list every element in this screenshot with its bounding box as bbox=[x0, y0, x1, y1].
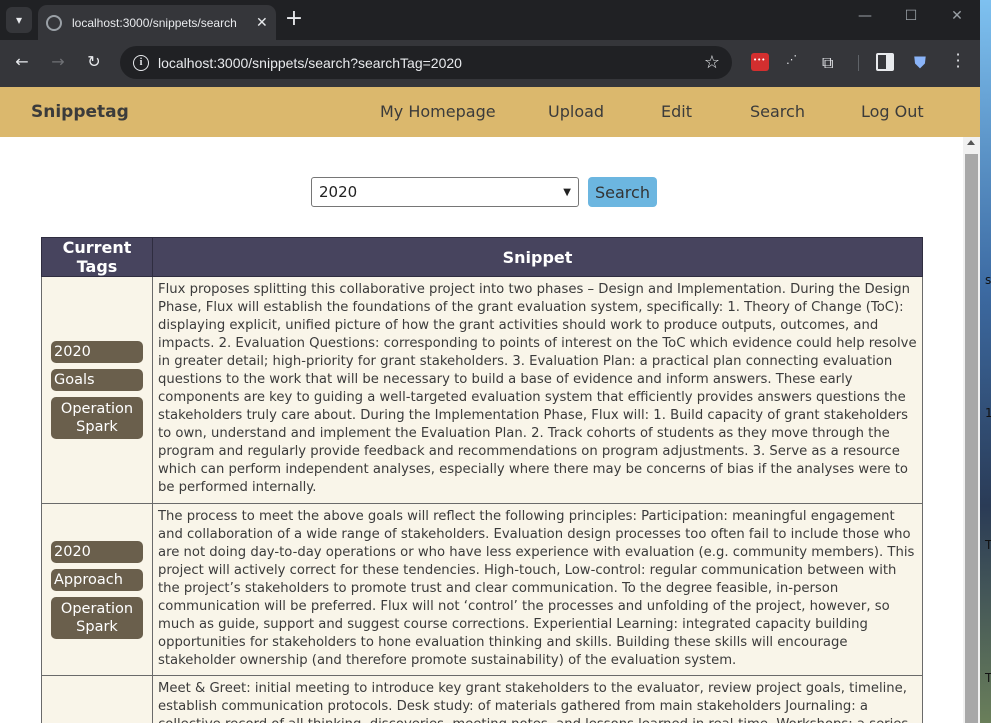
desktop-text-fragment: T bbox=[985, 538, 991, 552]
bookmark-star-icon[interactable]: ☆ bbox=[704, 52, 720, 73]
column-header-tags: Current Tags bbox=[41, 237, 153, 277]
tags-cell: 2020 Approach Operation Spark bbox=[41, 503, 153, 676]
chevron-down-icon: ▼ bbox=[563, 186, 571, 198]
new-tab-button[interactable]: + bbox=[282, 8, 306, 30]
snippet-text: Meet & Greet: initial meeting to introdu… bbox=[152, 675, 923, 723]
table-row: 2020 Approach Operation Spark The proces… bbox=[41, 503, 923, 676]
address-bar[interactable]: i localhost:3000/snippets/search?searchT… bbox=[120, 46, 732, 79]
desktop-text-fragment: T bbox=[985, 671, 991, 685]
tag-select[interactable]: 2020 ▼ bbox=[311, 177, 579, 207]
snippet-text: Flux proposes splitting this collaborati… bbox=[152, 276, 923, 504]
nav-link-search[interactable]: Search bbox=[750, 102, 805, 121]
nav-link-edit[interactable]: Edit bbox=[661, 102, 692, 121]
site-navbar: Snippetag My Homepage Upload Edit Search… bbox=[0, 87, 980, 137]
column-header-snippet: Snippet bbox=[152, 237, 923, 277]
tab-search-button[interactable]: ▾ bbox=[6, 7, 32, 33]
nav-link-log-out[interactable]: Log Out bbox=[861, 102, 924, 121]
url-text[interactable]: localhost:3000/snippets/search?searchTag… bbox=[158, 55, 462, 71]
desktop-background bbox=[980, 0, 991, 723]
table-header-row: Current Tags Snippet bbox=[41, 237, 923, 277]
maximize-button[interactable]: ☐ bbox=[896, 8, 926, 24]
desktop-text-fragment: 1 bbox=[985, 406, 991, 420]
tag-badge[interactable]: Goals bbox=[51, 369, 143, 391]
toolbar-divider bbox=[858, 55, 859, 71]
tags-cell: 2020 Goals Operation Spark bbox=[41, 276, 153, 504]
nav-link-my-homepage[interactable]: My Homepage bbox=[380, 102, 496, 121]
minimize-button[interactable]: — bbox=[850, 8, 880, 24]
table-row: Meet & Greet: initial meeting to introdu… bbox=[41, 675, 923, 723]
tags-cell bbox=[41, 675, 153, 723]
tag-badge[interactable]: 2020 bbox=[51, 540, 143, 563]
tag-badge[interactable]: Operation Spark bbox=[51, 596, 143, 639]
tag-select-value: 2020 bbox=[319, 183, 358, 201]
scroll-up-arrow-icon[interactable] bbox=[967, 140, 975, 145]
extension-red-icon[interactable] bbox=[751, 53, 769, 71]
extensions-puzzle-icon[interactable]: ⧉ bbox=[822, 53, 840, 72]
back-arrow-icon[interactable]: ← bbox=[10, 52, 34, 71]
table-row: 2020 Goals Operation Spark Flux proposes… bbox=[41, 276, 923, 504]
site-info-icon[interactable]: i bbox=[133, 54, 149, 71]
tag-badge[interactable]: Operation Spark bbox=[51, 397, 143, 439]
search-form: 2020 ▼ Search bbox=[311, 177, 657, 207]
scrollbar-thumb[interactable] bbox=[965, 154, 978, 723]
close-window-button[interactable]: ✕ bbox=[942, 8, 972, 24]
tag-badge[interactable]: Approach bbox=[51, 568, 143, 591]
forward-arrow-icon[interactable]: → bbox=[46, 52, 70, 71]
page-scrollbar[interactable] bbox=[963, 137, 980, 723]
globe-icon bbox=[46, 14, 62, 31]
desktop-text-fragment: s bbox=[985, 273, 991, 287]
side-panel-icon[interactable] bbox=[876, 53, 894, 71]
search-button[interactable]: Search bbox=[588, 177, 657, 207]
brand-logo[interactable]: Snippetag bbox=[31, 102, 129, 122]
extension-color-icon[interactable]: ⋰ bbox=[786, 53, 804, 71]
page-viewport: Snippetag My Homepage Upload Edit Search… bbox=[0, 87, 980, 723]
browser-toolbar: ← → ↻ i localhost:3000/snippets/search?s… bbox=[0, 40, 980, 87]
nav-link-upload[interactable]: Upload bbox=[548, 102, 604, 121]
snippets-table: Current Tags Snippet 2020 Goals Operatio… bbox=[41, 237, 923, 723]
tab-title: localhost:3000/snippets/search bbox=[72, 15, 237, 30]
reload-icon[interactable]: ↻ bbox=[82, 52, 106, 71]
menu-dots-icon[interactable]: · · · bbox=[950, 47, 966, 75]
snippet-text: The process to meet the above goals will… bbox=[152, 503, 923, 676]
close-tab-icon[interactable]: ✕ bbox=[256, 15, 268, 31]
browser-tab-strip: ▾ localhost:3000/snippets/search ✕ + — ☐… bbox=[0, 0, 980, 40]
shield-icon[interactable]: ⛊ bbox=[914, 53, 932, 72]
browser-tab[interactable]: localhost:3000/snippets/search ✕ bbox=[38, 5, 276, 40]
tag-badge[interactable]: 2020 bbox=[51, 341, 143, 363]
